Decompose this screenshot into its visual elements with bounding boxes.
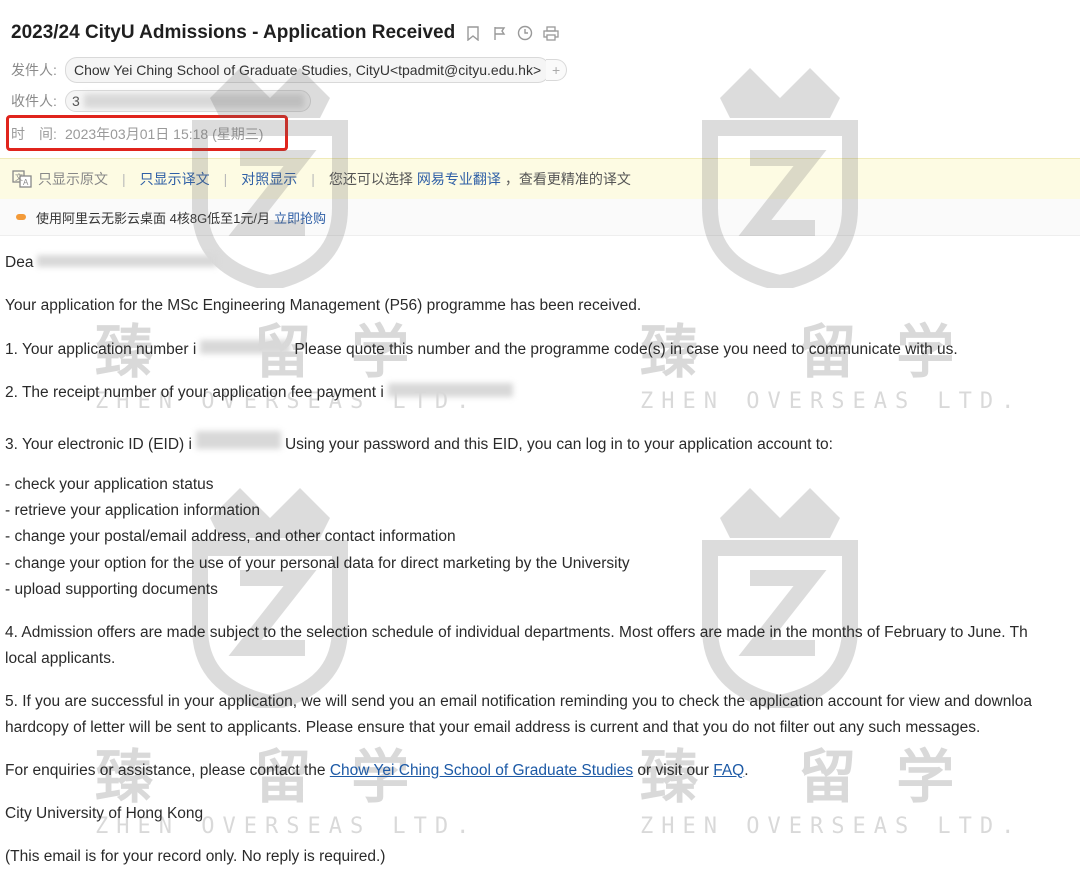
item-eid: 3. Your electronic ID (EID) i Using your … [5,431,833,454]
greeting-text: Dea [5,254,34,271]
item-notification-line2: hardcopy of letter will be sent to appli… [5,719,981,736]
sender-pill[interactable]: Chow Yei Ching School of Graduate Studie… [65,57,551,83]
email-header: 2023/24 CityU Admissions - Application R… [0,0,1080,158]
side-by-side-option[interactable]: 对照显示 [241,169,297,189]
divider: | [311,171,315,187]
recipient-pill[interactable]: 3 [65,90,311,112]
footer-note: (This email is for your record only. No … [5,848,386,865]
show-original-option[interactable]: 只显示原文 [38,169,108,189]
to-row: 收件人: 3 [11,90,311,112]
recipient-initial: 3 [72,93,80,109]
clock-icon[interactable] [516,24,534,42]
ad-bar: 使用阿里云无影云桌面 4核8G低至1元/月 立即抢购 [0,199,1080,236]
sender-name: Chow Yei Ching School of Graduate Studie… [74,62,542,78]
translate-hint-suffix: ，查看更精准的译文 [504,171,631,187]
bullet-item: - change your option for the use of your… [5,555,630,572]
enquiry-prefix: For enquiries or assistance, please cont… [5,762,330,779]
item2-text: 2. The receipt number of your applicatio… [5,384,384,401]
cloud-icon [16,214,26,220]
greeting: Dea [5,254,218,272]
graduate-school-link[interactable]: Chow Yei Ching School of Graduate Studie… [330,762,633,779]
item-offers-line1: 4. Admission offers are made subject to … [5,624,1028,641]
enquiry-line: For enquiries or assistance, please cont… [5,762,749,780]
item3-prefix: 3. Your electronic ID (EID) i [5,436,192,453]
received-line: Your application for the MSc Engineering… [5,297,642,314]
divider: | [122,171,126,187]
faq-link[interactable]: FAQ [713,762,744,779]
svg-text:文: 文 [15,172,23,182]
item1-prefix: 1. Your application number i [5,341,197,358]
bullet-item: - check your application status [5,476,214,493]
netease-translate-link[interactable]: 网易专业翻译 [417,169,501,189]
time-value: 2023年03月01日 15:18 (星期三) [65,126,264,142]
print-icon[interactable] [542,24,560,42]
translate-icon: 文A [12,170,32,188]
email-subject: 2023/24 CityU Admissions - Application R… [11,22,456,43]
bullet-item: - retrieve your application information [5,502,261,519]
bullet-item: - upload supporting documents [5,581,218,598]
translate-hint-prefix: 您还可以选择 [328,171,413,187]
ad-cta-link[interactable]: 立即抢购 [274,208,326,227]
item-offers-line2: local applicants. [5,650,116,667]
watermark-text: 臻 留学 ZHEN OVERSEAS LTD. [640,743,1023,839]
item-application-number: 1. Your application number i Please quote… [5,340,958,359]
to-label: 收件人: [11,93,57,109]
item3-suffix: Using your password and this EID, you ca… [284,436,833,453]
subject-actions [464,24,560,42]
redacted-receipt [387,383,513,397]
time-row: 时 间: 2023年03月01日 15:18 (星期三) [11,124,263,144]
time-label: 时 间: [11,126,57,142]
item-notification-line1: 5. If you are successful in your applica… [5,693,1033,710]
enquiry-mid: or visit our [633,762,714,779]
item-receipt-number: 2. The receipt number of your applicatio… [5,383,513,402]
from-label: 发件人: [11,62,57,78]
item1-suffix: Please quote this number and the program… [294,341,958,358]
translate-bar: 文A 只显示原文 | 只显示译文 | 对照显示 | 您还可以选择 网易专业翻译 … [0,158,1080,200]
add-contact-button[interactable]: + [546,59,568,81]
redacted-name [37,255,218,267]
signature: City University of Hong Kong [5,805,204,822]
recipient-redacted [83,94,304,108]
watermark-logo [680,478,880,713]
bullet-item: - change your postal/email address, and … [5,528,456,545]
show-translation-option[interactable]: 只显示译文 [140,169,210,189]
divider: | [223,171,228,187]
from-row: 发件人: Chow Yei Ching School of Graduate S… [11,57,568,83]
svg-text:A: A [23,178,29,187]
ad-text: 使用阿里云无影云桌面 4核8G低至1元/月 [36,210,271,226]
redacted-eid [195,431,281,449]
watermark-text: 臻 留学 ZHEN OVERSEAS LTD. [640,318,1023,414]
enquiry-end: . [744,762,749,779]
redacted-app-number [200,340,291,354]
flag-icon[interactable] [490,24,508,42]
bookmark-icon[interactable] [464,24,482,42]
